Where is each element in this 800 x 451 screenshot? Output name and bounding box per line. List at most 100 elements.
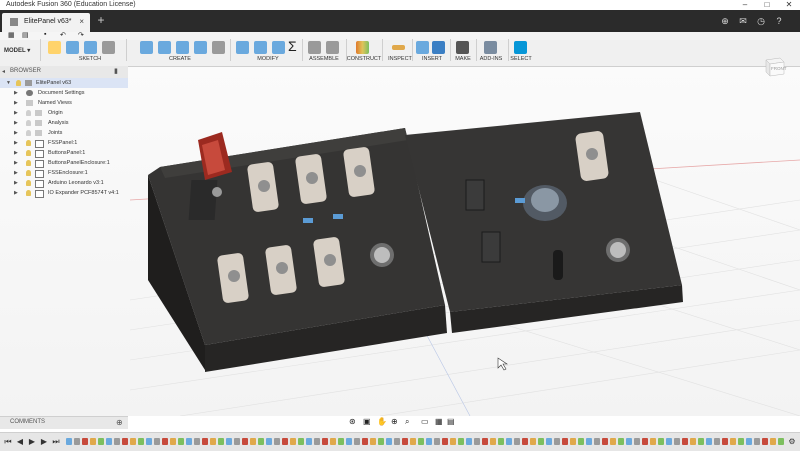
scripts-icon[interactable] <box>484 41 497 54</box>
timeline-feature-icon[interactable] <box>458 438 464 445</box>
expand-arrow-icon[interactable]: ▶ <box>14 128 18 138</box>
timeline-feature-icon[interactable] <box>738 438 744 445</box>
tree-item-joints[interactable]: ▶ Joints <box>0 128 128 138</box>
tree-item-fssenclosure[interactable]: ▶ FSSEnclosure:1 <box>0 168 128 178</box>
timeline-feature-icon[interactable] <box>674 438 680 445</box>
visibility-bulb-icon[interactable] <box>26 190 31 196</box>
joint-icon[interactable] <box>326 41 339 54</box>
timeline-feature-icon[interactable] <box>170 438 176 445</box>
timeline-feature-icon[interactable] <box>114 438 120 445</box>
timeline-feature-icon[interactable] <box>426 438 432 445</box>
timeline-feature-icon[interactable] <box>450 438 456 445</box>
timeline-feature-icon[interactable] <box>98 438 104 445</box>
timeline-feature-icon[interactable] <box>218 438 224 445</box>
timeline-feature-icon[interactable] <box>162 438 168 445</box>
expand-arrow-icon[interactable]: ▶ <box>14 118 18 128</box>
grid-settings-icon[interactable]: ▦ <box>435 417 443 426</box>
timeline-feature-icon[interactable] <box>434 438 440 445</box>
timeline-feature-icon[interactable] <box>362 438 368 445</box>
help-icon[interactable]: ? <box>772 14 786 28</box>
timeline-feature-icon[interactable] <box>90 438 96 445</box>
notifications-icon[interactable]: ✉ <box>736 14 750 28</box>
timeline-feature-icon[interactable] <box>698 438 704 445</box>
rectangle-icon[interactable] <box>84 41 97 54</box>
timeline-feature-icon[interactable] <box>770 438 776 445</box>
timeline-feature-icon[interactable] <box>586 438 592 445</box>
display-settings-icon[interactable]: ▭ <box>421 417 429 426</box>
push-button-left[interactable] <box>370 243 394 267</box>
timeline-feature-icon[interactable] <box>210 438 216 445</box>
timeline-feature-icon[interactable] <box>386 438 392 445</box>
visibility-bulb-icon[interactable] <box>26 120 31 126</box>
group-label-insert[interactable]: INSERT <box>414 56 450 62</box>
group-label-modify[interactable]: MODIFY <box>240 56 296 62</box>
group-label-construct[interactable]: CONSTRUCT <box>346 56 382 62</box>
new-component-icon[interactable] <box>308 41 321 54</box>
timeline-feature-icon[interactable] <box>482 438 488 445</box>
timeline-feature-icon[interactable] <box>258 438 264 445</box>
tree-item-arduino[interactable]: ▶ Arduino Leonardo v3:1 <box>0 178 128 188</box>
press-pull-icon[interactable] <box>236 41 249 54</box>
expand-arrow-icon[interactable]: ▶ <box>14 188 18 198</box>
orbit-icon[interactable]: ⊛ <box>349 417 356 426</box>
add-icon[interactable]: ⊕ <box>718 14 732 28</box>
tree-item-fsspanel[interactable]: ▶ FSSPanel:1 <box>0 138 128 148</box>
timeline-feature-icon[interactable] <box>410 438 416 445</box>
sum-icon[interactable]: Σ <box>288 38 297 54</box>
group-label-make[interactable]: MAKE <box>450 56 476 62</box>
visibility-bulb-icon[interactable] <box>26 160 31 166</box>
collapse-icon[interactable]: ◂ <box>2 68 5 75</box>
insert-image-icon[interactable] <box>432 41 445 54</box>
timeline-feature-icon[interactable] <box>754 438 760 445</box>
timeline-feature-icon[interactable] <box>242 438 248 445</box>
tree-item-analysis[interactable]: ▶ Analysis <box>0 118 128 128</box>
fillet-icon[interactable] <box>254 41 267 54</box>
step-forward-icon[interactable]: ▶ <box>40 437 48 447</box>
grid-menu-icon[interactable]: ▦ <box>8 31 15 39</box>
timeline-feature-icon[interactable] <box>658 438 664 445</box>
timeline-feature-icon[interactable] <box>642 438 648 445</box>
timeline-feature-icon[interactable] <box>562 438 568 445</box>
timeline-feature-icon[interactable] <box>626 438 632 445</box>
loft-icon[interactable] <box>194 41 207 54</box>
group-label-assemble[interactable]: ASSEMBLE <box>302 56 346 62</box>
timeline-feature-icon[interactable] <box>466 438 472 445</box>
timeline-feature-icon[interactable] <box>522 438 528 445</box>
timeline-feature-icon[interactable] <box>130 438 136 445</box>
comments-panel[interactable]: COMMENTS ⊕ <box>0 416 128 429</box>
timeline-feature-icon[interactable] <box>290 438 296 445</box>
timeline-feature-icon[interactable] <box>490 438 496 445</box>
timeline-feature-icon[interactable] <box>370 438 376 445</box>
tree-item-buttonspanelenclosure[interactable]: ▶ ButtonsPanelEnclosure:1 <box>0 158 128 168</box>
visibility-bulb-icon[interactable] <box>26 140 31 146</box>
timeline-feature-icon[interactable] <box>418 438 424 445</box>
tree-root[interactable]: ▼ ElitePanel v63 <box>0 78 128 88</box>
timeline-feature-icon[interactable] <box>530 438 536 445</box>
timeline-feature-icon[interactable] <box>730 438 736 445</box>
visibility-bulb-icon[interactable] <box>16 80 21 86</box>
timeline-feature-icon[interactable] <box>154 438 160 445</box>
visibility-bulb-icon[interactable] <box>26 170 31 176</box>
timeline-feature-icon[interactable] <box>266 438 272 445</box>
expand-arrow-icon[interactable]: ▶ <box>14 88 18 98</box>
timeline-feature-icon[interactable] <box>570 438 576 445</box>
expand-arrow-icon[interactable]: ▶ <box>14 98 18 108</box>
timeline-feature-icon[interactable] <box>594 438 600 445</box>
timeline-feature-icon[interactable] <box>714 438 720 445</box>
timeline-feature-icon[interactable] <box>106 438 112 445</box>
maximize-icon[interactable]: □ <box>756 0 778 10</box>
select-icon[interactable] <box>514 41 527 54</box>
group-label-sketch[interactable]: SKETCH <box>62 56 118 62</box>
timeline-feature-icon[interactable] <box>138 438 144 445</box>
expand-arrow-icon[interactable]: ▶ <box>14 138 18 148</box>
timeline-feature-icon[interactable] <box>282 438 288 445</box>
tree-item-io-expander[interactable]: ▶ IO Expander PCF8574T v4:1 <box>0 188 128 198</box>
timeline-feature-icon[interactable] <box>74 438 80 445</box>
timeline-feature-icon[interactable] <box>722 438 728 445</box>
timeline-feature-icon[interactable] <box>82 438 88 445</box>
expand-arrow-icon[interactable]: ▶ <box>14 158 18 168</box>
timeline-feature-icon[interactable] <box>666 438 672 445</box>
workspace-switcher[interactable]: MODEL ▾ <box>4 44 38 58</box>
expand-arrow-icon[interactable]: ▼ <box>6 78 11 88</box>
close-window-icon[interactable]: ✕ <box>778 0 800 10</box>
